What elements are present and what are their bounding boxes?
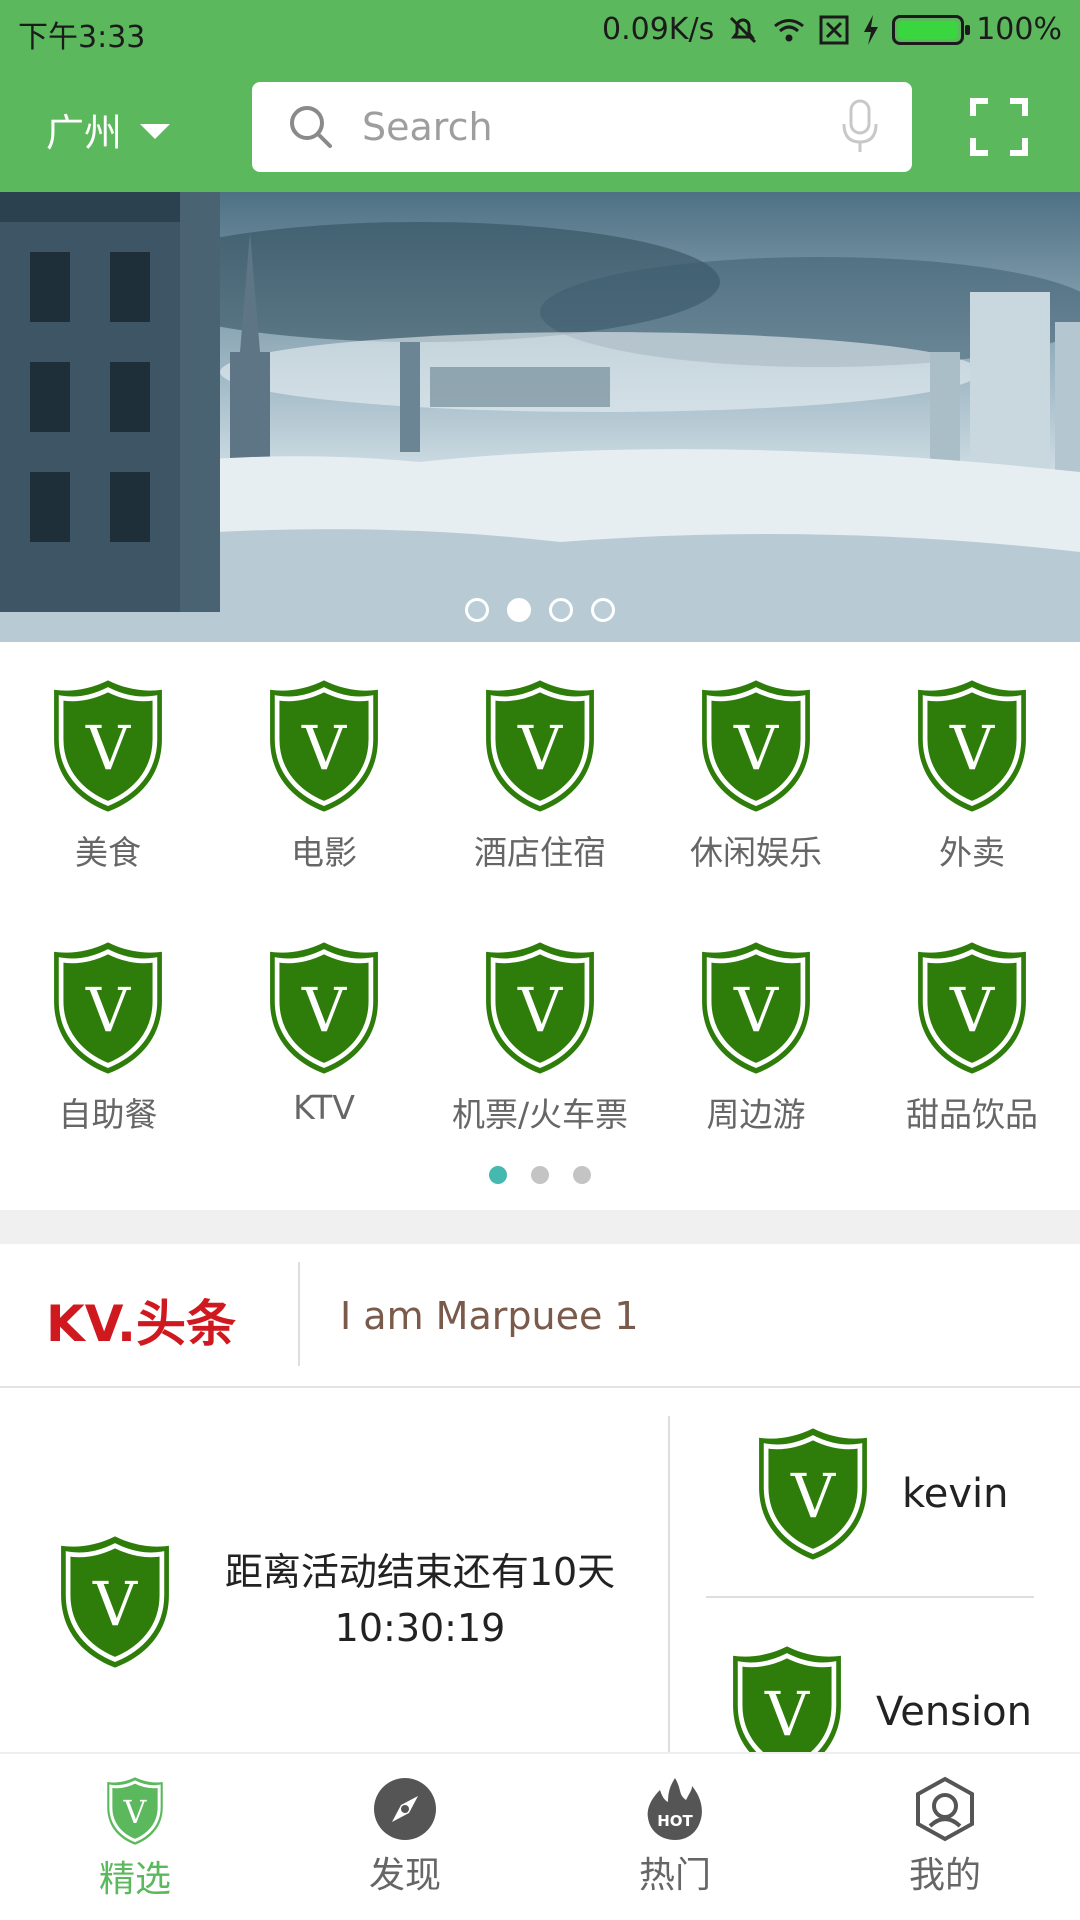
section-divider <box>0 1210 1080 1244</box>
headline-marquee[interactable]: I am Marpuee 1 <box>340 1294 639 1338</box>
category-label: 甜品饮品 <box>906 1095 1038 1134</box>
tab-label: 精选 <box>98 1859 171 1900</box>
category-item[interactable]: 外卖 <box>864 678 1080 874</box>
shield-v-icon <box>728 1644 846 1752</box>
banner-dot[interactable] <box>465 598 489 622</box>
category-grid: 美食 电影 酒店住宿 休闲娱乐 外卖 自助餐 KTV 机票/火车票 周边游 甜品… <box>0 642 1080 1210</box>
countdown[interactable]: 距离活动结束还有10天 10:30:19 <box>200 1544 640 1656</box>
headline-brand: KV.头条 <box>46 1295 236 1353</box>
banner-dot[interactable] <box>591 598 615 622</box>
banner-dot[interactable] <box>549 598 573 622</box>
tab-label: 我的 <box>908 1855 981 1896</box>
tab-discover[interactable]: 发现 <box>270 1754 540 1920</box>
hot-flame-icon: HOT <box>647 1778 702 1840</box>
promo-divider <box>706 1596 1034 1598</box>
category-label: 周边游 <box>706 1095 806 1134</box>
profile-hex-icon <box>916 1776 974 1842</box>
compass-icon <box>374 1778 436 1840</box>
bottom-tab-bar: V 精选 发现 HOT 热门 我的 <box>0 1752 1080 1920</box>
search-box[interactable] <box>252 82 912 172</box>
banner-image <box>0 192 1080 642</box>
shield-v-icon <box>49 940 167 1076</box>
banner-pager <box>0 598 1080 622</box>
shield-v-icon <box>481 940 599 1076</box>
category-label: 电影 <box>291 833 357 872</box>
shield-v-icon <box>56 1534 174 1670</box>
mute-bell-icon <box>726 13 760 47</box>
shield-v-icon: V <box>107 1777 163 1845</box>
dropdown-arrow-icon <box>140 124 171 139</box>
category-page-dot-active[interactable] <box>489 1166 507 1184</box>
tab-hot[interactable]: HOT 热门 <box>540 1754 810 1920</box>
category-label: 美食 <box>75 833 141 872</box>
user-name: Vension <box>876 1689 1032 1735</box>
search-input[interactable] <box>362 82 802 172</box>
shield-v-icon <box>697 678 815 814</box>
category-label: 酒店住宿 <box>474 833 606 872</box>
category-item[interactable]: KTV <box>216 940 432 1127</box>
city-label: 广州 <box>46 111 123 155</box>
shield-v-icon <box>754 1426 872 1562</box>
promo-section: 距离活动结束还有10天 10:30:19 kevin Vension <box>0 1390 1080 1752</box>
category-item[interactable]: 甜品饮品 <box>864 940 1080 1136</box>
shield-v-icon <box>265 678 383 814</box>
shield-v-icon <box>913 940 1031 1076</box>
microphone-icon[interactable] <box>840 98 880 160</box>
user-item[interactable]: kevin <box>754 1426 1008 1562</box>
category-item[interactable]: 休闲娱乐 <box>648 678 864 874</box>
countdown-label: 距离活动结束还有10天 <box>224 1550 616 1594</box>
category-label: 外卖 <box>939 833 1005 872</box>
no-sim-icon <box>818 14 850 46</box>
tab-label: 热门 <box>638 1855 711 1896</box>
scan-icon[interactable] <box>970 98 1028 160</box>
category-pager <box>0 1166 1080 1184</box>
headline-divider <box>298 1262 300 1366</box>
battery-icon <box>892 14 971 45</box>
tab-featured[interactable]: V 精选 <box>0 1754 270 1920</box>
tab-label: 发现 <box>368 1855 441 1896</box>
shield-v-icon <box>697 940 815 1076</box>
svg-text:HOT: HOT <box>657 1812 693 1830</box>
user-name: kevin <box>902 1471 1009 1517</box>
shield-v-icon <box>265 940 383 1076</box>
svg-text:V: V <box>123 1795 148 1831</box>
search-icon <box>286 102 336 156</box>
category-label: KTV <box>293 1088 355 1127</box>
category-item[interactable]: 酒店住宿 <box>432 678 648 874</box>
banner-carousel[interactable] <box>0 192 1080 642</box>
city-selector[interactable]: 广州 <box>46 102 171 157</box>
countdown-time: 10:30:19 <box>334 1606 506 1650</box>
category-item[interactable]: 美食 <box>0 678 216 874</box>
shield-v-icon <box>49 678 167 814</box>
shield-v-icon <box>481 678 599 814</box>
category-page-dot[interactable] <box>573 1166 591 1184</box>
battery-percent: 100% <box>976 12 1062 47</box>
banner-dot-active[interactable] <box>507 598 531 622</box>
status-time: 下午3:33 <box>18 20 146 55</box>
status-bar: 下午3:33 0.09K/s 100% <box>0 0 1080 62</box>
category-item[interactable]: 电影 <box>216 678 432 874</box>
tab-mine[interactable]: 我的 <box>810 1754 1080 1920</box>
category-label: 自助餐 <box>58 1095 158 1134</box>
headline-bar[interactable]: KV.头条 I am Marpuee 1 <box>0 1244 1080 1388</box>
category-label: 机票/火车票 <box>451 1095 629 1134</box>
charging-icon <box>862 14 880 46</box>
user-item[interactable]: Vension <box>728 1644 1032 1752</box>
category-label: 休闲娱乐 <box>690 833 822 872</box>
category-item[interactable]: 周边游 <box>648 940 864 1136</box>
network-speed: 0.09K/s <box>602 12 715 47</box>
shield-v-icon <box>913 678 1031 814</box>
promo-divider <box>668 1416 670 1752</box>
category-item[interactable]: 自助餐 <box>0 940 216 1136</box>
category-page-dot[interactable] <box>531 1166 549 1184</box>
category-item[interactable]: 机票/火车票 <box>432 940 648 1136</box>
wifi-icon <box>772 13 806 47</box>
